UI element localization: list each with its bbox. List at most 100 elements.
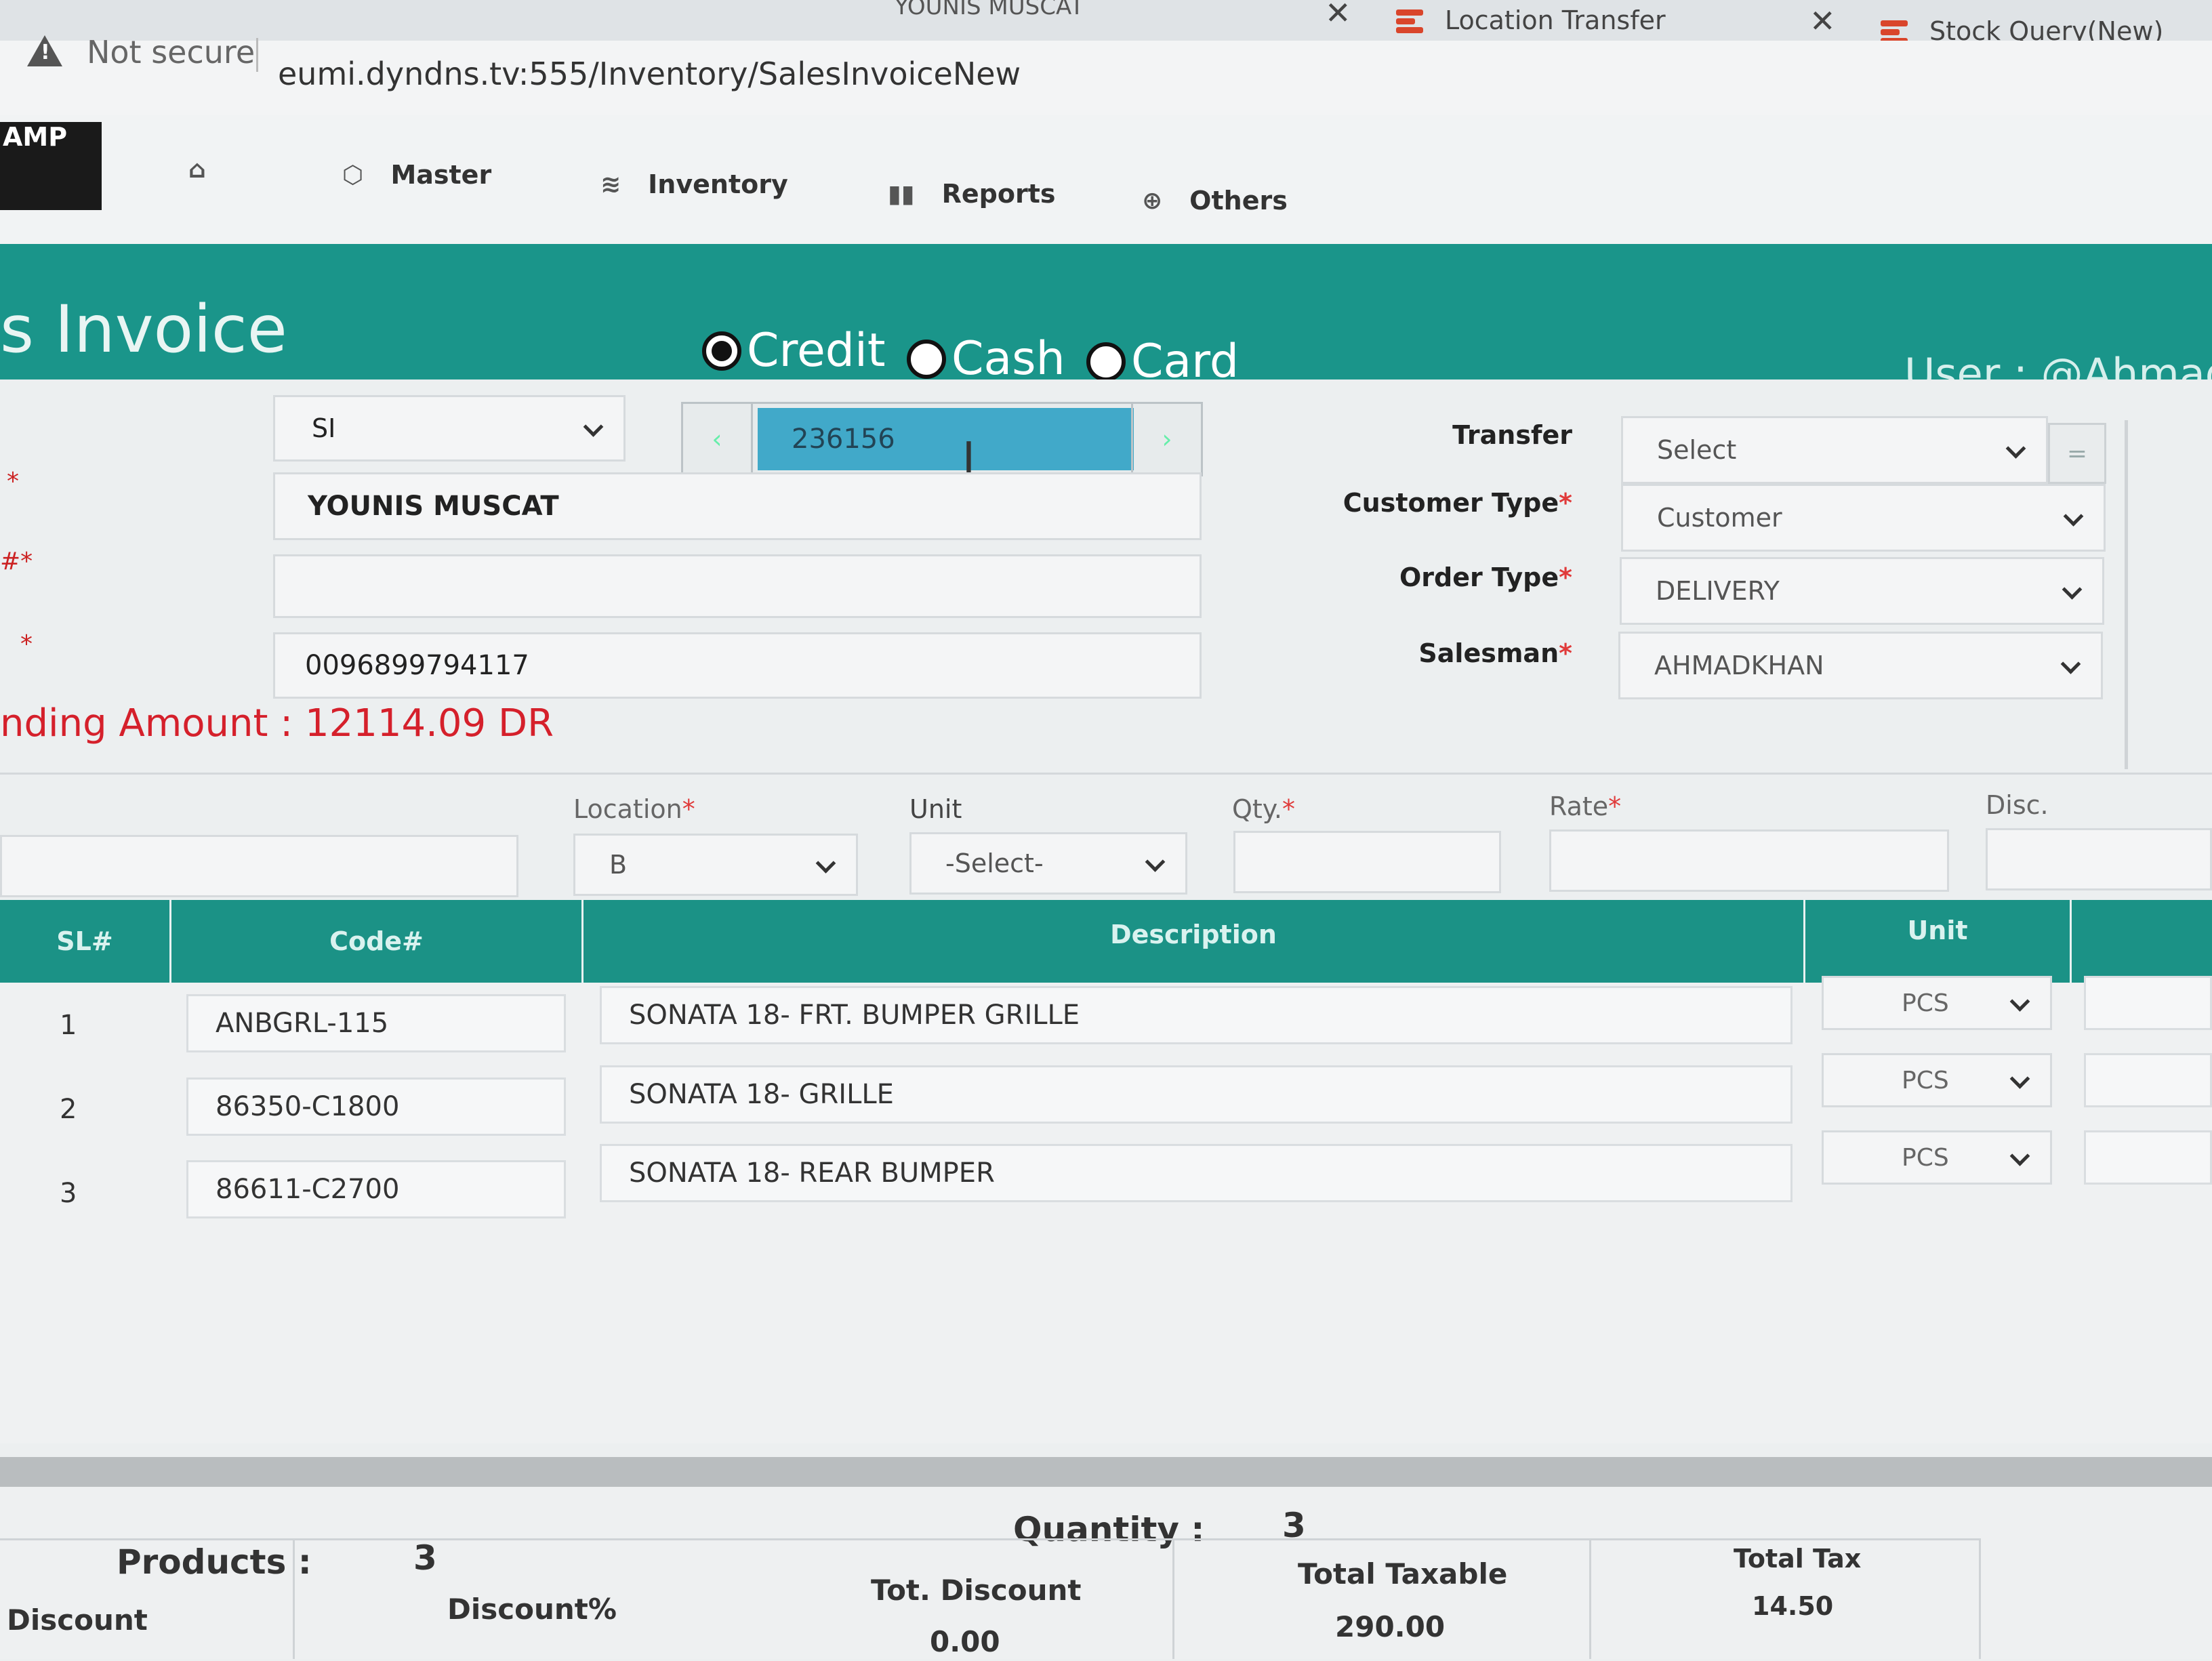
select-value: Customer	[1657, 503, 1782, 533]
total-tax-value: 14.50	[1752, 1591, 1834, 1621]
top-navigation	[0, 115, 2212, 244]
nav-label: Inventory	[648, 169, 788, 199]
required-marker: *	[20, 630, 33, 658]
row-code-field[interactable]: 86350-C1800	[186, 1078, 566, 1136]
required-marker: *	[682, 794, 695, 824]
select-value: Select	[1657, 435, 1737, 465]
brand-logo[interactable]: AMP	[0, 122, 102, 210]
customer-type-label: Customer Type*	[1288, 488, 1572, 518]
row-code-field[interactable]: 86611-C2700	[186, 1160, 566, 1218]
transfer-label: Transfer	[1355, 420, 1572, 450]
location-select[interactable]: B	[573, 834, 858, 896]
column-separator	[2070, 900, 2072, 983]
unit-select[interactable]: -Select-	[909, 832, 1187, 895]
rate-input[interactable]	[1549, 829, 1949, 892]
chevron-down-icon	[815, 853, 836, 874]
close-tab-icon[interactable]: ✕	[1809, 3, 1836, 39]
chevron-down-icon	[2060, 654, 2081, 674]
globe-icon: ⊕	[1142, 186, 1163, 215]
label-text: Location	[573, 794, 682, 824]
next-doc-button[interactable]: ›	[1131, 404, 1201, 474]
prev-doc-button[interactable]: ‹	[683, 404, 753, 474]
label-text: Rate	[1549, 792, 1609, 821]
select-value: -Select-	[945, 848, 1044, 878]
chevron-down-icon	[2062, 579, 2083, 600]
row-extra-field[interactable]	[2084, 1053, 2212, 1107]
qty-label: Qty.*	[1232, 794, 1295, 824]
row-unit-select[interactable]: PCS	[1822, 1053, 2052, 1107]
horizontal-scrollbar[interactable]	[0, 1457, 2212, 1487]
required-marker: *	[1608, 792, 1622, 821]
tab-title: YOUNIS MUSCAT	[895, 0, 1084, 20]
transfer-equals-button[interactable]: =	[2048, 423, 2106, 484]
home-icon: ⌂	[188, 156, 206, 184]
nav-reports[interactable]: ▮▮ Reports	[888, 179, 1056, 209]
chevron-down-icon	[2009, 991, 2030, 1012]
tot-discount-label: Tot. Discount	[871, 1574, 1082, 1607]
chevron-down-icon	[2063, 506, 2084, 527]
total-taxable-value: 290.00	[1335, 1610, 1446, 1643]
close-tab-icon[interactable]: ✕	[1325, 0, 1351, 31]
reference-field[interactable]	[273, 554, 1202, 618]
column-separator	[293, 1538, 295, 1659]
row-code-field[interactable]: ANBGRL-115	[186, 994, 566, 1052]
column-header-description: Description	[1110, 920, 1277, 949]
row-unit-select[interactable]: PCS	[1822, 1130, 2052, 1185]
nav-others[interactable]: ⊕ Others	[1142, 186, 1288, 216]
select-value: SI	[312, 413, 336, 443]
column-header-code: Code#	[329, 926, 424, 956]
doc-number-input[interactable]: 236156	[758, 408, 1134, 470]
transfer-select[interactable]: Select	[1621, 416, 2048, 484]
label-text: Salesman	[1418, 638, 1559, 668]
nav-inventory[interactable]: ≋ Inventory	[600, 169, 788, 199]
tab-title: Location Transfer	[1445, 5, 1666, 35]
url-text[interactable]: eumi.dyndns.tv:555/Inventory/SalesInvoic…	[278, 56, 1021, 92]
order-type-select[interactable]: DELIVERY	[1620, 557, 2104, 625]
location-label: Location*	[573, 794, 695, 824]
row-unit-select[interactable]: PCS	[1822, 976, 2052, 1030]
chevron-down-icon	[2009, 1146, 2030, 1166]
payment-credit-radio[interactable]: Credit	[702, 324, 886, 377]
product-search-field[interactable]	[0, 835, 518, 897]
chevron-down-icon	[583, 417, 604, 437]
customer-name-field[interactable]: YOUNIS MUSCAT	[273, 472, 1202, 540]
select-value: B	[609, 850, 628, 880]
label-text: Transfer	[1452, 420, 1572, 450]
salesman-select[interactable]: AHMADKHAN	[1618, 632, 2103, 699]
row-extra-field[interactable]	[2084, 976, 2212, 1030]
nav-label: Reports	[941, 179, 1056, 209]
warning-icon[interactable]	[27, 35, 62, 66]
page-title: s Invoice	[0, 291, 287, 367]
row-description-field[interactable]: SONATA 18- REAR BUMPER	[600, 1144, 1793, 1202]
label-text: Qty.	[1232, 794, 1282, 824]
phone-field[interactable]: 0096899794117	[273, 632, 1202, 699]
row-description-field[interactable]: SONATA 18- FRT. BUMPER GRILLE	[600, 986, 1793, 1044]
customer-type-select[interactable]: Customer	[1621, 484, 2106, 552]
select-value: AHMADKHAN	[1654, 651, 1824, 680]
select-value: PCS	[1902, 1066, 1949, 1094]
required-marker: *	[1559, 562, 1572, 592]
nav-master[interactable]: ⬡ Master	[342, 160, 491, 190]
label-text: Order Type	[1399, 562, 1559, 592]
required-marker: #*	[0, 548, 33, 575]
disc-input[interactable]	[1986, 828, 2212, 890]
section-divider	[0, 773, 2212, 775]
bar-chart-icon: ▮▮	[888, 180, 915, 208]
browser-tab-location-transfer[interactable]: Location Transfer	[1396, 0, 1666, 41]
doc-type-select[interactable]: SI	[273, 395, 626, 462]
total-tax-label: Total Tax	[1734, 1544, 1862, 1574]
tot-discount-value: 0.00	[930, 1625, 1000, 1658]
total-taxable-label: Total Taxable	[1298, 1557, 1508, 1591]
app-logo-icon	[1396, 7, 1429, 34]
payment-cash-radio[interactable]: Cash	[907, 332, 1065, 386]
radio-empty-icon	[1086, 342, 1126, 382]
row-description-field[interactable]: SONATA 18- GRILLE	[600, 1065, 1793, 1124]
select-value: PCS	[1902, 989, 1949, 1017]
home-link[interactable]: ⌂	[188, 156, 233, 184]
salesman-label: Salesman*	[1288, 638, 1572, 668]
security-indicator[interactable]: Not secure	[87, 34, 255, 70]
row-extra-field[interactable]	[2084, 1130, 2212, 1185]
browser-tab[interactable]: YOUNIS MUSCAT	[895, 0, 1084, 41]
select-value: DELIVERY	[1656, 576, 1780, 606]
qty-input[interactable]	[1233, 831, 1501, 893]
